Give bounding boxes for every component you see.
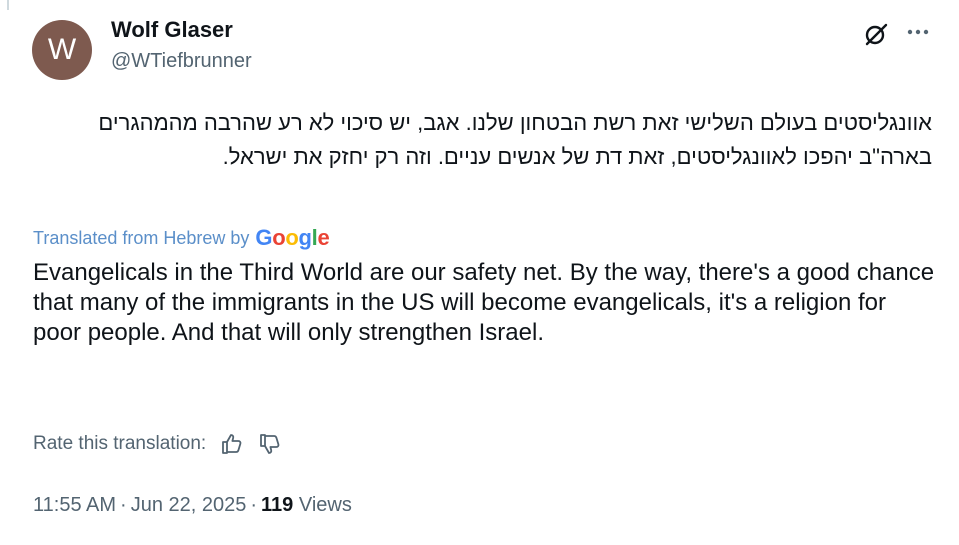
translation-attribution[interactable]: Translated from Hebrew by Google: [33, 225, 330, 251]
thumbs-up-icon[interactable]: [218, 430, 246, 458]
thumbs-down-icon[interactable]: [256, 430, 284, 458]
rate-translation-row: Rate this translation:: [33, 430, 284, 458]
tweet-date[interactable]: Jun 22, 2025: [131, 494, 247, 516]
tweet-original-text: אוונגליסטים בעולם השלישי זאת רשת הבטחון …: [98, 110, 932, 169]
tweet-metadata: 11:55 AM · Jun 22, 2025 · 119 Views: [33, 494, 352, 517]
author-display-name[interactable]: Wolf Glaser: [111, 17, 233, 43]
separator-dot: ·: [120, 494, 127, 516]
more-options-icon[interactable]: [902, 18, 934, 46]
tweet-time[interactable]: 11:55 AM: [33, 494, 116, 516]
author-handle[interactable]: @WTiefbrunner: [111, 50, 252, 73]
avatar[interactable]: W: [32, 20, 92, 80]
views-label: Views: [298, 494, 352, 516]
grok-icon[interactable]: [862, 20, 890, 48]
google-logo: Google: [255, 225, 330, 250]
tweet-translated-text: Evangelicals in the Third World are our …: [33, 259, 935, 346]
translation-notice: Translated from Hebrew by: [33, 227, 250, 248]
separator-dot: ·: [250, 494, 258, 516]
thread-connector-line: [7, 0, 9, 10]
views-count: 119: [261, 494, 294, 516]
rate-translation-label: Rate this translation:: [33, 433, 207, 454]
